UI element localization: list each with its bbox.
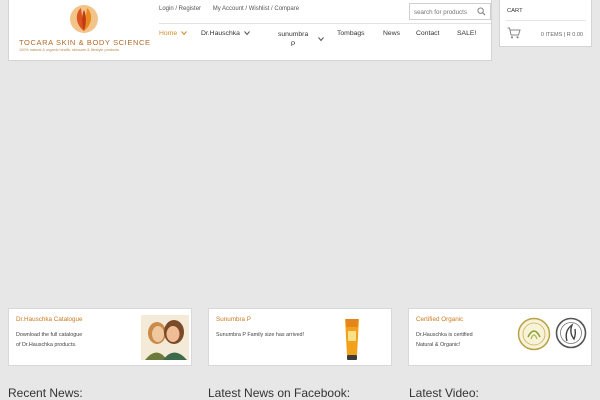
account-wishlist-link[interactable]: My Account / Wishlist / Compare bbox=[213, 6, 299, 12]
feature-text-line: of Dr.Hauschka products. bbox=[16, 342, 77, 348]
search-icon[interactable] bbox=[477, 7, 486, 16]
cart-summary: 0 ITEMS | R 0.00 bbox=[540, 32, 583, 38]
top-links: Login / Register My Account / Wishlist /… bbox=[159, 6, 309, 12]
natrue-seal-icon bbox=[517, 317, 551, 351]
sunscreen-tube-image bbox=[345, 319, 359, 360]
nav-sunumbra-label-2: P bbox=[290, 40, 296, 48]
search-box bbox=[409, 3, 491, 20]
nav-home-label: Home bbox=[159, 30, 178, 37]
chevron-down-icon bbox=[181, 31, 187, 36]
cart-label: CART bbox=[507, 8, 523, 14]
organic-seal-icon bbox=[555, 317, 587, 349]
nav-sunumbra-label: sunumbra bbox=[278, 31, 309, 38]
feature-text-line: Dr.Hauschka is certified bbox=[416, 332, 473, 338]
latest-video-heading: Latest Video: bbox=[409, 386, 479, 400]
feature-certified-organic[interactable]: Certified Organic Dr.Hauschka is certifi… bbox=[408, 308, 592, 366]
cart-divider bbox=[506, 20, 586, 21]
logo-tagline: 100% natural & organic health, skincare … bbox=[19, 48, 120, 52]
feature-text: Sunumbra P Family size has arrived! bbox=[216, 330, 346, 340]
header: TOCARA SKIN & BODY SCIENCE 100% natural … bbox=[8, 0, 492, 61]
search-input[interactable] bbox=[414, 7, 476, 17]
leaf-logo-icon bbox=[70, 5, 98, 33]
recent-news-heading: Recent News: bbox=[8, 386, 83, 400]
nav-dr-hauschka-label: Dr.Hauschka bbox=[201, 30, 240, 37]
nav-sale[interactable]: SALE! bbox=[457, 30, 476, 37]
shopping-cart-icon bbox=[507, 27, 521, 39]
nav-home[interactable]: Home bbox=[159, 30, 187, 37]
feature-sunumbra[interactable]: Sunumbra P Sunumbra P Family size has ar… bbox=[208, 308, 392, 366]
login-register-link[interactable]: Login / Register bbox=[159, 6, 201, 12]
nav-dr-hauschka[interactable]: Dr.Hauschka bbox=[201, 30, 250, 37]
feature-text: Dr.Hauschka is certified Natural & Organ… bbox=[416, 330, 526, 350]
nav-news[interactable]: News bbox=[383, 30, 400, 37]
feature-title[interactable]: Dr.Hauschka Catalogue bbox=[16, 316, 83, 323]
feature-title[interactable]: Sunumbra P bbox=[216, 316, 251, 323]
logo-title: TOCARA SKIN & BODY SCIENCE bbox=[19, 38, 151, 47]
nav-tombags[interactable]: Tombags bbox=[337, 30, 365, 37]
chevron-down-icon bbox=[243, 31, 250, 36]
nav-divider bbox=[159, 23, 491, 24]
feature-title[interactable]: Certified Organic bbox=[416, 316, 463, 323]
feature-text-line: Sunumbra P Family size has arrived! bbox=[216, 332, 304, 338]
facebook-news-heading: Latest News on Facebook: bbox=[208, 386, 351, 400]
feature-text-line: Natural & Organic! bbox=[416, 342, 461, 348]
nav-contact[interactable]: Contact bbox=[416, 30, 439, 37]
feature-text-line: Download the full catalogue bbox=[16, 332, 83, 338]
feature-catalogue[interactable]: Dr.Hauschka Catalogue Download the full … bbox=[8, 308, 192, 366]
feature-text: Download the full catalogue of Dr.Hausch… bbox=[16, 330, 126, 350]
cart-widget[interactable]: CART 0 ITEMS | R 0.00 bbox=[499, 0, 592, 47]
site-logo[interactable]: TOCARA SKIN & BODY SCIENCE 100% natural … bbox=[19, 2, 150, 57]
women-photo-image bbox=[141, 315, 189, 360]
nav-sunumbra[interactable]: sunumbra P bbox=[278, 30, 308, 49]
chevron-down-icon bbox=[318, 37, 324, 42]
